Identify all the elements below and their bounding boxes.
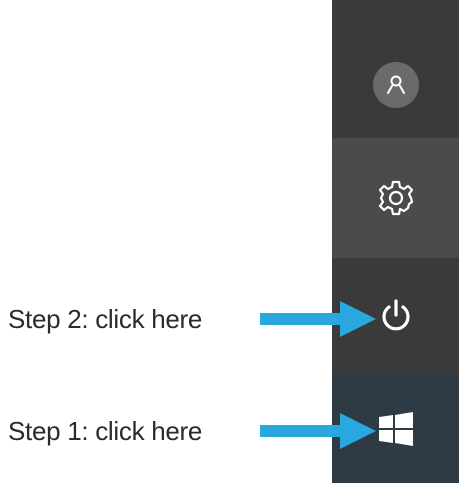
windows-logo-icon [378,411,413,446]
gear-icon [378,180,413,216]
screenshot-canvas: Step 2: click here Step 1: click here [0,0,459,483]
user-icon [386,75,405,94]
avatar [372,62,419,108]
power-icon [381,299,410,331]
arrow-right-icon [260,413,376,449]
step-2-label: Step 2: click here [8,303,203,334]
arrow-right-icon [260,301,376,337]
settings-button[interactable] [332,138,459,258]
step-1-label: Step 1: click here [8,415,203,446]
user-account-button[interactable] [332,42,459,138]
step-2-annotation: Step 2: click here [8,299,376,339]
step-1-annotation: Step 1: click here [8,411,376,451]
